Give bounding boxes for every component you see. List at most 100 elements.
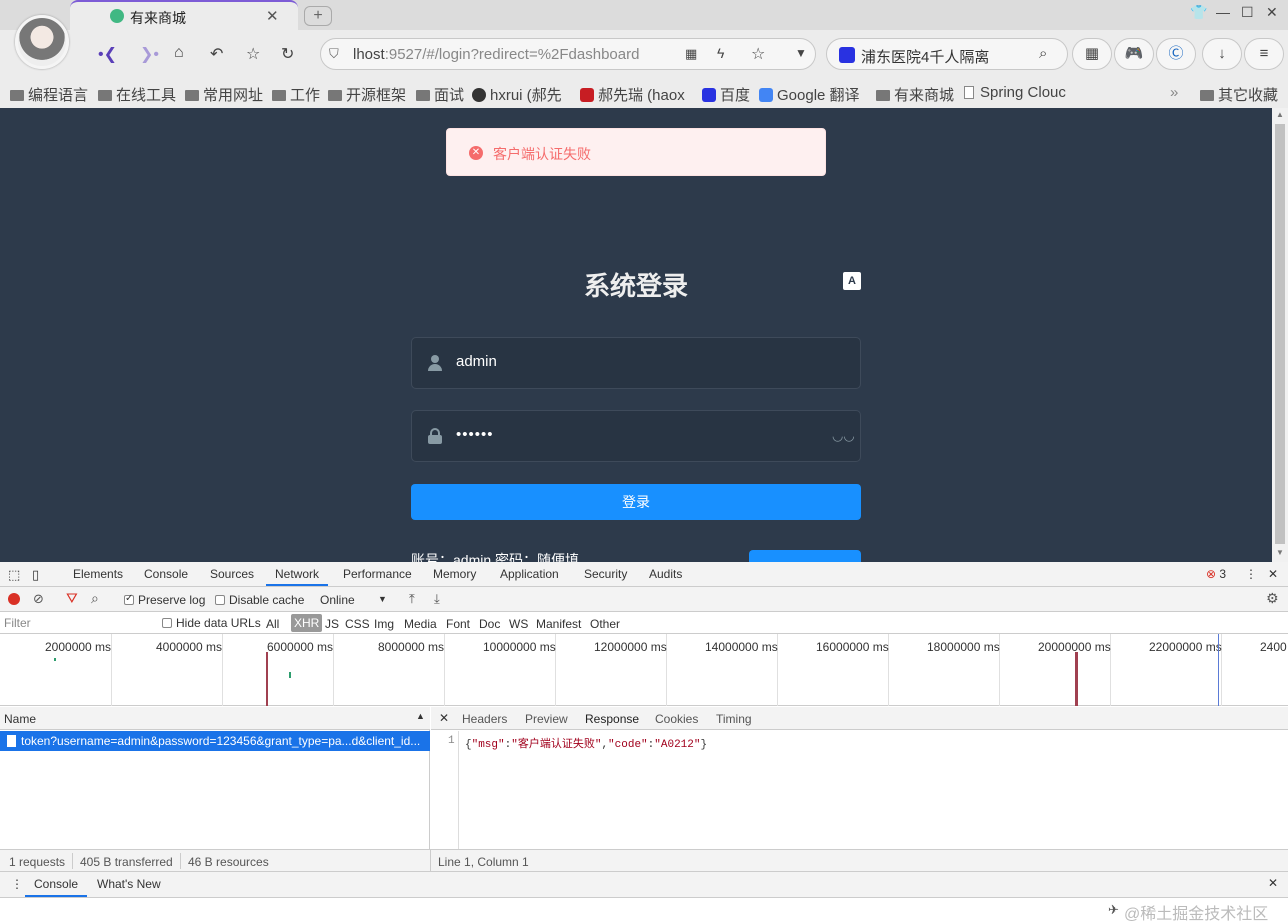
bookmark-gitee[interactable]: 郝先瑞 (haox	[580, 84, 692, 105]
reload-icon[interactable]: ↻	[281, 44, 294, 64]
favorite-icon[interactable]: ☆	[246, 44, 260, 64]
bookmark-folder[interactable]: 编程语言	[10, 84, 88, 105]
device-toolbar-icon[interactable]: ▯	[32, 567, 39, 583]
close-detail-icon[interactable]: ✕	[439, 711, 449, 725]
export-har-icon[interactable]: ⤓	[434, 591, 440, 607]
bookmark-page[interactable]: Spring Clouc	[964, 84, 1076, 101]
tab-performance[interactable]: Performance	[343, 567, 412, 581]
chevron-down-icon[interactable]: ▼	[795, 46, 807, 60]
bookmark-folder[interactable]: 常用网址	[185, 84, 263, 105]
drawer-menu-icon[interactable]: ⋮	[11, 877, 23, 891]
login-button[interactable]: 登录	[411, 484, 861, 520]
search-icon[interactable]: ⌕	[1039, 45, 1047, 62]
sort-asc-icon[interactable]: ▲	[416, 711, 425, 721]
maximize-button[interactable]: ☐	[1241, 4, 1254, 21]
import-har-icon[interactable]: ⤒	[409, 591, 415, 607]
request-name[interactable]: token?username=admin&password=123456&gra…	[21, 734, 420, 748]
drawer-tab-whats-new[interactable]: What's New	[97, 877, 161, 891]
bookmark-star-icon[interactable]: ☆	[751, 44, 765, 64]
network-overview[interactable]: 2000000 ms 4000000 ms 6000000 ms 8000000…	[0, 634, 1288, 706]
bookmark-overflow-button[interactable]: »	[1170, 84, 1178, 101]
minimize-button[interactable]: —	[1216, 4, 1230, 20]
tab-response[interactable]: Response	[585, 712, 639, 726]
filter-manifest[interactable]: Manifest	[536, 617, 581, 631]
disable-cache-checkbox[interactable]: Disable cache	[215, 593, 304, 607]
filter-other[interactable]: Other	[590, 617, 620, 631]
qrcode-icon[interactable]: ▦	[685, 46, 697, 62]
settings-gear-icon[interactable]: ⚙	[1266, 590, 1279, 607]
throttle-select[interactable]: Online ▼	[320, 593, 390, 607]
bookmark-baidu[interactable]: 百度	[702, 84, 750, 105]
filter-input[interactable]: Filter	[4, 616, 150, 630]
scroll-up-icon[interactable]: ▲	[1276, 110, 1284, 119]
clear-icon[interactable]: ⊘	[33, 591, 44, 607]
eye-closed-icon[interactable]: ◡◡	[832, 428, 855, 444]
filter-icon[interactable]: ⛛	[66, 590, 78, 607]
filter-all[interactable]: All	[266, 617, 279, 631]
filter-xhr[interactable]: XHR	[291, 614, 323, 632]
menu-icon[interactable]: ≡	[1244, 38, 1284, 70]
back-icon[interactable]: •❮	[98, 44, 117, 64]
search-text[interactable]: 浦东医院4千人隔离	[861, 46, 989, 67]
response-body[interactable]: {"msg":"客户端认证失败","code":"A0212"}	[465, 735, 707, 751]
tab-console[interactable]: Console	[144, 567, 188, 581]
preserve-log-checkbox[interactable]: Preserve log	[124, 593, 205, 607]
bookmark-folder[interactable]: 工作	[272, 84, 320, 105]
tab-network[interactable]: Network	[266, 567, 329, 586]
request-row[interactable]: token?username=admin&password=123456&gra…	[0, 731, 430, 751]
url-text[interactable]: lhost:9527/#/login?redirect=%2Fdashboard	[353, 46, 639, 63]
filter-doc[interactable]: Doc	[479, 617, 500, 631]
close-tab-icon[interactable]: ✕	[266, 7, 279, 25]
password-field[interactable]: •••••• ◡◡	[411, 410, 861, 462]
third-party-login-button[interactable]	[749, 550, 861, 562]
language-icon[interactable]: A	[843, 272, 861, 290]
filter-js[interactable]: JS	[325, 617, 339, 631]
bookmark-folder[interactable]: 面试	[416, 84, 464, 105]
apps-grid-icon[interactable]: ▦	[1072, 38, 1112, 70]
drawer-tab-console[interactable]: Console	[25, 877, 88, 897]
tray-pin-icon[interactable]: ✈	[1108, 902, 1119, 918]
bookmark-google-translate[interactable]: Google 翻译	[759, 84, 860, 105]
tab-audits[interactable]: Audits	[649, 567, 682, 581]
close-window-button[interactable]: ✕	[1266, 4, 1278, 21]
filter-font[interactable]: Font	[446, 617, 470, 631]
download-icon[interactable]: ↓	[1202, 38, 1242, 70]
record-icon[interactable]	[8, 593, 20, 605]
filter-img[interactable]: Img	[374, 617, 394, 631]
more-options-icon[interactable]: ⋮	[1245, 567, 1257, 581]
address-bar[interactable]: ⛉ lhost:9527/#/login?redirect=%2Fdashboa…	[320, 38, 816, 70]
close-devtools-icon[interactable]: ✕	[1268, 567, 1278, 581]
bookmark-github[interactable]: hxrui (郝先	[472, 84, 570, 105]
lightning-icon[interactable]: ϟ	[717, 45, 724, 61]
home-icon[interactable]: ⌂	[174, 44, 184, 62]
bookmark-folder[interactable]: 开源框架	[328, 84, 406, 105]
game-icon[interactable]: 🎮	[1114, 38, 1154, 70]
filter-css[interactable]: CSS	[345, 617, 370, 631]
tab-preview[interactable]: Preview	[525, 712, 568, 726]
hide-data-urls-checkbox[interactable]: Hide data URLs	[162, 616, 261, 630]
scrollbar-thumb[interactable]	[1275, 124, 1285, 544]
username-field[interactable]: admin	[411, 337, 861, 389]
close-drawer-icon[interactable]: ✕	[1268, 876, 1278, 890]
tab-headers[interactable]: Headers	[462, 712, 507, 726]
tab-timing[interactable]: Timing	[716, 712, 752, 726]
bookmark-folder[interactable]: 在线工具	[98, 84, 176, 105]
tab-security[interactable]: Security	[584, 567, 627, 581]
name-column-header[interactable]: Name	[4, 712, 36, 726]
extension-c-icon[interactable]: Ⓒ	[1156, 38, 1196, 70]
filter-ws[interactable]: WS	[509, 617, 528, 631]
forward-icon[interactable]: ❯•	[140, 44, 159, 64]
search-box[interactable]: 浦东医院4千人隔离 ⌕	[826, 38, 1068, 70]
inspect-icon[interactable]: ⬚	[8, 567, 20, 583]
filter-media[interactable]: Media	[404, 617, 437, 631]
password-value[interactable]: ••••••	[456, 426, 494, 443]
tab-cookies[interactable]: Cookies	[655, 712, 698, 726]
browser-tab[interactable]: 有来商城 ✕	[70, 0, 298, 30]
scroll-down-icon[interactable]: ▼	[1276, 548, 1284, 557]
skin-icon[interactable]: 👕	[1190, 4, 1207, 21]
undo-icon[interactable]: ↶	[210, 44, 223, 64]
page-scrollbar[interactable]: ▲ ▼	[1272, 108, 1288, 562]
tab-application[interactable]: Application	[500, 567, 559, 581]
error-count-badge[interactable]: ⊗ 3	[1206, 567, 1226, 581]
new-tab-button[interactable]: +	[304, 6, 332, 26]
